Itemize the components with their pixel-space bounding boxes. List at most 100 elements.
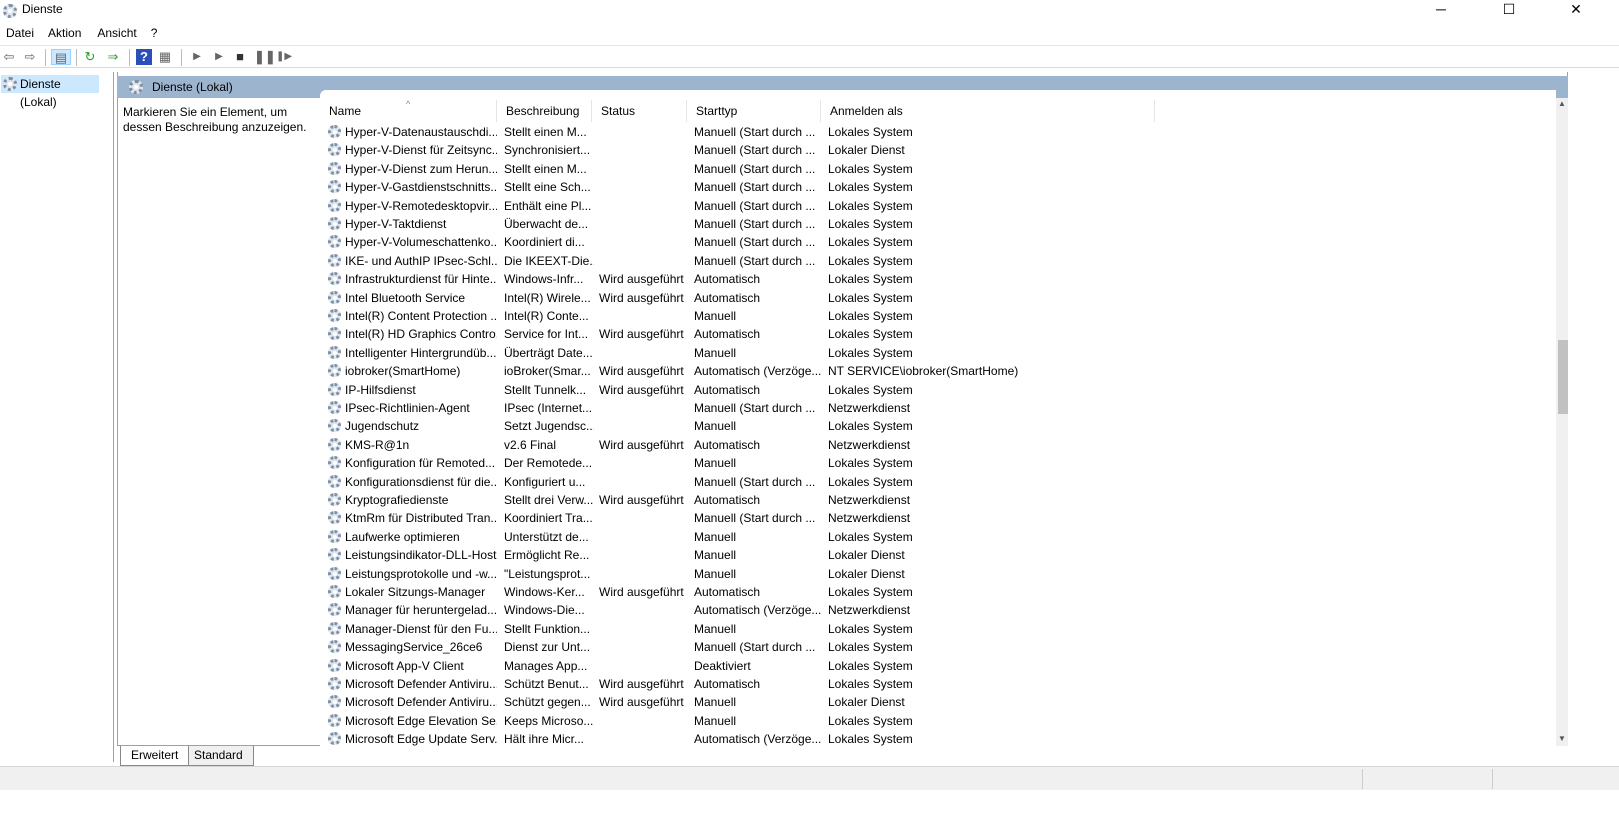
- table-row[interactable]: Hyper-V-Remotedesktopvir... Enthält eine …: [320, 197, 1556, 215]
- service-gear-icon: [328, 217, 341, 230]
- table-row[interactable]: Intel(R) Content Protection ... Intel(R) …: [320, 307, 1556, 325]
- table-row[interactable]: Lokaler Sitzungs-Manager Windows-Ker... Wi…: [320, 583, 1556, 601]
- service-description: Windows-Die...: [504, 603, 585, 618]
- service-description: Überträgt Date...: [504, 345, 593, 360]
- service-name: KtmRm für Distributed Tran...: [345, 511, 497, 526]
- table-row[interactable]: Intel Bluetooth Service Intel(R) Wirele..…: [320, 289, 1556, 307]
- service-name: Hyper-V-Gastdienstschnitts...: [345, 180, 497, 195]
- service-description: Überwacht de...: [504, 217, 589, 231]
- service-description: Stellt drei Verw...: [504, 493, 594, 507]
- minimize-button[interactable]: ─: [1418, 0, 1464, 20]
- service-starttyp: Manuell (Start durch ...: [694, 640, 816, 655]
- export-list-icon[interactable]: ⇒: [105, 49, 121, 65]
- service-starttyp: Automatisch (Verzöge...: [694, 364, 822, 379]
- service-logon: NT SERVICE\iobroker(SmartHome): [828, 364, 1019, 379]
- console-tree: Dienste (Lokal): [0, 72, 114, 762]
- column-header-anmelden-als[interactable]: Anmelden als: [821, 100, 1155, 122]
- table-row[interactable]: Microsoft Defender Antiviru... Schützt Be…: [320, 675, 1556, 693]
- service-name: Kryptografiedienste: [345, 493, 449, 507]
- table-row[interactable]: Konfiguration für Remoted... Der Remotede…: [320, 454, 1556, 472]
- column-header-status[interactable]: Status: [592, 100, 687, 122]
- table-row[interactable]: Konfigurationsdienst für die... Konfiguri…: [320, 473, 1556, 491]
- tree-item-dienste-lokal[interactable]: Dienste (Lokal): [1, 75, 99, 109]
- service-name: Intelligenter Hintergrundüb...: [345, 345, 497, 360]
- menu-aktion[interactable]: Aktion: [42, 24, 87, 42]
- service-logon: Lokaler Dienst: [828, 566, 905, 581]
- table-row[interactable]: Hyper-V-Volumeschattenko... Koordiniert d…: [320, 233, 1556, 251]
- service-starttyp: Automatisch: [694, 437, 761, 452]
- stop-icon[interactable]: ■: [232, 49, 248, 65]
- table-row[interactable]: Hyper-V-Taktdienst Überwacht de... Manuell…: [320, 215, 1556, 233]
- menu-bar: Datei Aktion Ansicht?: [0, 24, 163, 44]
- table-row[interactable]: Laufwerke optimieren Unterstützt de... Man…: [320, 528, 1556, 546]
- table-row[interactable]: Microsoft Defender Antiviru... Schützt ge…: [320, 693, 1556, 711]
- table-row[interactable]: Hyper-V-Dienst für Zeitsync... Synchronis…: [320, 141, 1556, 159]
- table-row[interactable]: Microsoft Edge Elevation Se... Keeps Micr…: [320, 712, 1556, 730]
- start-icon[interactable]: ▶: [189, 49, 205, 65]
- maximize-button[interactable]: ☐: [1486, 0, 1532, 20]
- table-row[interactable]: Manager für heruntergelad... Windows-Die.…: [320, 601, 1556, 619]
- table-row[interactable]: IKE- und AuthIP IPsec-Schl... Die IKEEXT-…: [320, 252, 1556, 270]
- sort-ascending-icon: ^: [406, 99, 411, 109]
- table-row[interactable]: Kryptografiedienste Stellt drei Verw... Wi…: [320, 491, 1556, 509]
- table-row[interactable]: iobroker(SmartHome) ioBroker(Smar... Wird …: [320, 362, 1556, 380]
- tab-erweitert[interactable]: Erweitert: [120, 746, 190, 766]
- service-gear-icon: [328, 198, 341, 212]
- menu-help[interactable]: ?: [145, 24, 164, 42]
- table-row[interactable]: Hyper-V-Datenaustauschdi... Stellt einen …: [320, 123, 1556, 141]
- table-row[interactable]: KtmRm für Distributed Tran... Koordiniert…: [320, 509, 1556, 527]
- table-row[interactable]: IP-Hilfsdienst Stellt Tunnelk... Wird ausg…: [320, 381, 1556, 399]
- service-gear-icon: [328, 253, 341, 267]
- table-row[interactable]: Hyper-V-Gastdienstschnitts... Stellt eine…: [320, 178, 1556, 196]
- service-logon: Lokales System: [828, 217, 913, 231]
- table-row[interactable]: KMS-R@1n v2.6 Final Wird ausgeführt Automat…: [320, 436, 1556, 454]
- back-icon[interactable]: ⇦: [1, 49, 17, 65]
- service-starttyp: Automatisch: [694, 327, 761, 342]
- show-hide-console-tree-icon[interactable]: ▤: [51, 49, 71, 65]
- table-row[interactable]: Infrastrukturdienst für Hinte... Windows-…: [320, 270, 1556, 288]
- start-alt-icon[interactable]: ▶: [211, 49, 227, 65]
- service-logon: Lokales System: [828, 309, 913, 323]
- service-status: Wird ausgeführt: [599, 585, 684, 599]
- table-row[interactable]: Intelligenter Hintergrundüb... Überträgt …: [320, 344, 1556, 362]
- help-icon[interactable]: ?: [136, 49, 152, 65]
- forward-icon[interactable]: ⇨: [22, 49, 38, 65]
- menu-ansicht[interactable]: Ansicht: [91, 24, 142, 42]
- service-description: Setzt Jugendsc...: [504, 419, 594, 434]
- table-row[interactable]: Leistungsindikator-DLL-Host Ermöglicht Re…: [320, 546, 1556, 564]
- table-row[interactable]: MessagingService_26ce6 Dienst zur Unt... M…: [320, 638, 1556, 656]
- service-description: Keeps Microso...: [504, 713, 594, 728]
- table-row[interactable]: IPsec-Richtlinien-Agent IPsec (Internet..…: [320, 399, 1556, 417]
- table-row[interactable]: Microsoft App-V Client Manages App... Deak…: [320, 657, 1556, 675]
- service-starttyp: Manuell: [694, 548, 737, 563]
- column-header-description[interactable]: Beschreibung: [497, 100, 592, 122]
- service-description: Hält ihre Micr...: [504, 732, 585, 746]
- properties-icon[interactable]: ▦: [157, 49, 173, 65]
- service-gear-icon: [328, 621, 341, 635]
- service-logon: Lokales System: [828, 658, 913, 673]
- service-gear-icon: [328, 585, 341, 598]
- scroll-up-icon[interactable]: ▲: [1558, 99, 1566, 108]
- table-row[interactable]: Manager-Dienst für den Fu... Stellt Funkt…: [320, 620, 1556, 638]
- table-row[interactable]: Hyper-V-Dienst zum Herun... Stellt einen …: [320, 160, 1556, 178]
- services-list: Name ^ Beschreibung Status Starttyp Anmel…: [320, 90, 1556, 746]
- service-description: Koordiniert di...: [504, 235, 585, 250]
- table-row[interactable]: Microsoft Edge Update Serv... Hält ihre M…: [320, 730, 1556, 746]
- table-row[interactable]: Leistungsprotokolle und -w... "Leistungsp…: [320, 565, 1556, 583]
- refresh-icon[interactable]: ↻: [82, 49, 98, 65]
- scrollbar-thumb[interactable]: [1558, 340, 1568, 414]
- vertical-scrollbar[interactable]: [1556, 98, 1568, 746]
- table-row[interactable]: Intel(R) HD Graphics Contro... Service fo…: [320, 325, 1556, 343]
- column-header-name[interactable]: Name ^: [320, 99, 497, 122]
- service-logon: Lokales System: [828, 621, 913, 636]
- menu-datei[interactable]: Datei: [0, 24, 40, 42]
- tab-standard[interactable]: Standard: [183, 746, 254, 766]
- column-header-starttyp[interactable]: Starttyp: [687, 100, 821, 122]
- pause-icon[interactable]: ❚❚: [254, 49, 276, 65]
- scroll-down-icon[interactable]: ▼: [1558, 734, 1566, 743]
- close-button[interactable]: ✕: [1553, 0, 1599, 20]
- table-row[interactable]: Jugendschutz Setzt Jugendsc... Manuell Loka…: [320, 417, 1556, 435]
- service-name: Hyper-V-Taktdienst: [345, 217, 447, 231]
- restart-icon[interactable]: ❚▶: [276, 49, 292, 65]
- service-gear-icon: [328, 345, 341, 359]
